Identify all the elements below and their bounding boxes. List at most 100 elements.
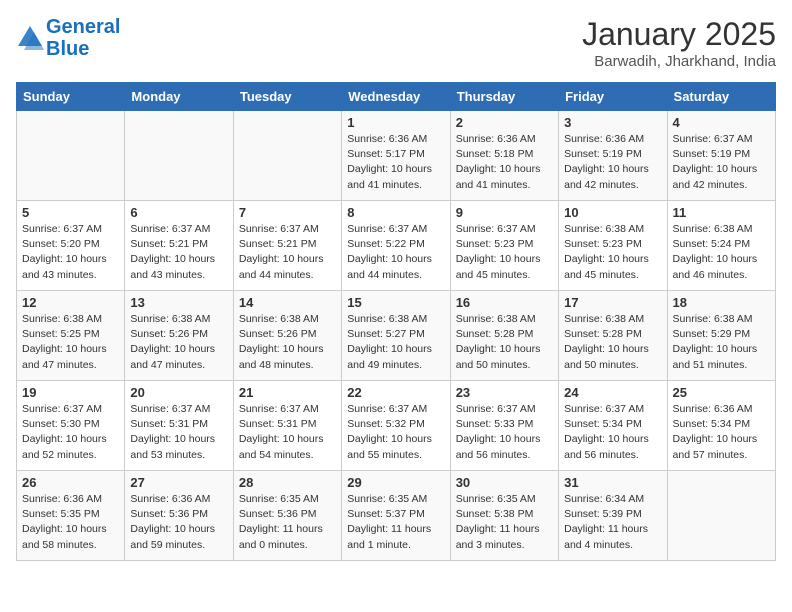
day-header-tuesday: Tuesday xyxy=(233,83,341,111)
calendar-cell: 18 Sunrise: 6:38 AM Sunset: 5:29 PM Dayli… xyxy=(667,291,775,381)
day-content: Sunrise: 6:38 AM Sunset: 5:25 PM Dayligh… xyxy=(22,312,119,373)
calendar-cell: 29Sunrise: 6:35 AM Sunset: 5:37 PM Dayli… xyxy=(342,471,450,561)
day-content: Sunrise: 6:38 AM Sunset: 5:23 PM Dayligh… xyxy=(564,222,661,283)
day-number: 2 xyxy=(456,115,553,130)
day-content: Sunrise: 6:37 AM Sunset: 5:34 PM Dayligh… xyxy=(564,402,661,463)
calendar-cell: 15Sunrise: 6:38 AM Sunset: 5:27 PM Dayli… xyxy=(342,291,450,381)
day-header-saturday: Saturday xyxy=(667,83,775,111)
calendar-cell: 19 Sunrise: 6:37 AM Sunset: 5:30 PM Dayli… xyxy=(17,381,125,471)
logo: General Blue xyxy=(16,16,120,60)
day-number: 18 xyxy=(673,295,770,310)
day-number: 27 xyxy=(130,475,227,490)
day-header-wednesday: Wednesday xyxy=(342,83,450,111)
calendar-cell: 4 Sunrise: 6:37 AM Sunset: 5:19 PM Daylig… xyxy=(667,111,775,201)
day-number: 12 xyxy=(22,295,119,310)
calendar-table: SundayMondayTuesdayWednesdayThursdayFrid… xyxy=(16,82,776,561)
day-content: Sunrise: 6:37 AM Sunset: 5:30 PM Dayligh… xyxy=(22,402,119,463)
day-number: 16 xyxy=(456,295,553,310)
day-content: Sunrise: 6:37 AM Sunset: 5:32 PM Dayligh… xyxy=(347,402,444,463)
day-header-friday: Friday xyxy=(559,83,667,111)
week-row-2: 5 Sunrise: 6:37 AM Sunset: 5:20 PM Daylig… xyxy=(17,201,776,291)
calendar-header: SundayMondayTuesdayWednesdayThursdayFrid… xyxy=(17,83,776,111)
day-content: Sunrise: 6:37 AM Sunset: 5:31 PM Dayligh… xyxy=(130,402,227,463)
day-number: 14 xyxy=(239,295,336,310)
day-number: 28 xyxy=(239,475,336,490)
day-content: Sunrise: 6:37 AM Sunset: 5:20 PM Dayligh… xyxy=(22,222,119,283)
calendar-cell: 17Sunrise: 6:38 AM Sunset: 5:28 PM Dayli… xyxy=(559,291,667,381)
calendar-cell xyxy=(17,111,125,201)
day-number: 20 xyxy=(130,385,227,400)
month-title: January 2025 xyxy=(582,16,776,53)
day-number: 13 xyxy=(130,295,227,310)
calendar-cell: 28 Sunrise: 6:35 AM Sunset: 5:36 PM Dayli… xyxy=(233,471,341,561)
day-content: Sunrise: 6:38 AM Sunset: 5:24 PM Dayligh… xyxy=(673,222,770,283)
title-block: January 2025 Barwadih, Jharkhand, India xyxy=(582,16,776,70)
day-number: 4 xyxy=(673,115,770,130)
day-number: 9 xyxy=(456,205,553,220)
calendar-cell: 31Sunrise: 6:34 AM Sunset: 5:39 PM Dayli… xyxy=(559,471,667,561)
day-number: 19 xyxy=(22,385,119,400)
day-content: Sunrise: 6:36 AM Sunset: 5:36 PM Dayligh… xyxy=(130,492,227,553)
day-content: Sunrise: 6:35 AM Sunset: 5:36 PM Dayligh… xyxy=(239,492,336,553)
day-number: 5 xyxy=(22,205,119,220)
day-number: 26 xyxy=(22,475,119,490)
calendar-cell: 8Sunrise: 6:37 AM Sunset: 5:22 PM Daylig… xyxy=(342,201,450,291)
day-content: Sunrise: 6:38 AM Sunset: 5:26 PM Dayligh… xyxy=(130,312,227,373)
day-content: Sunrise: 6:36 AM Sunset: 5:35 PM Dayligh… xyxy=(22,492,119,553)
calendar-cell: 27 Sunrise: 6:36 AM Sunset: 5:36 PM Dayli… xyxy=(125,471,233,561)
day-content: Sunrise: 6:36 AM Sunset: 5:17 PM Dayligh… xyxy=(347,132,444,193)
week-row-5: 26 Sunrise: 6:36 AM Sunset: 5:35 PM Dayli… xyxy=(17,471,776,561)
day-header-monday: Monday xyxy=(125,83,233,111)
day-content: Sunrise: 6:37 AM Sunset: 5:21 PM Dayligh… xyxy=(130,222,227,283)
calendar-body: 1 Sunrise: 6:36 AM Sunset: 5:17 PM Daylig… xyxy=(17,111,776,561)
days-header-row: SundayMondayTuesdayWednesdayThursdayFrid… xyxy=(17,83,776,111)
calendar-cell: 16 Sunrise: 6:38 AM Sunset: 5:28 PM Dayli… xyxy=(450,291,558,381)
day-content: Sunrise: 6:37 AM Sunset: 5:33 PM Dayligh… xyxy=(456,402,553,463)
calendar-cell xyxy=(667,471,775,561)
day-content: Sunrise: 6:38 AM Sunset: 5:26 PM Dayligh… xyxy=(239,312,336,373)
calendar-cell xyxy=(125,111,233,201)
logo-text: General Blue xyxy=(46,16,120,60)
calendar-cell: 21Sunrise: 6:37 AM Sunset: 5:31 PM Dayli… xyxy=(233,381,341,471)
day-number: 30 xyxy=(456,475,553,490)
day-number: 23 xyxy=(456,385,553,400)
calendar-cell: 23 Sunrise: 6:37 AM Sunset: 5:33 PM Dayli… xyxy=(450,381,558,471)
calendar-cell: 30 Sunrise: 6:35 AM Sunset: 5:38 PM Dayli… xyxy=(450,471,558,561)
day-content: Sunrise: 6:35 AM Sunset: 5:38 PM Dayligh… xyxy=(456,492,553,553)
calendar-cell: 14 Sunrise: 6:38 AM Sunset: 5:26 PM Dayli… xyxy=(233,291,341,381)
day-number: 22 xyxy=(347,385,444,400)
day-content: Sunrise: 6:38 AM Sunset: 5:28 PM Dayligh… xyxy=(456,312,553,373)
calendar-cell: 26 Sunrise: 6:36 AM Sunset: 5:35 PM Dayli… xyxy=(17,471,125,561)
day-header-thursday: Thursday xyxy=(450,83,558,111)
week-row-1: 1 Sunrise: 6:36 AM Sunset: 5:17 PM Daylig… xyxy=(17,111,776,201)
calendar-cell: 22 Sunrise: 6:37 AM Sunset: 5:32 PM Dayli… xyxy=(342,381,450,471)
day-content: Sunrise: 6:36 AM Sunset: 5:18 PM Dayligh… xyxy=(456,132,553,193)
day-content: Sunrise: 6:38 AM Sunset: 5:29 PM Dayligh… xyxy=(673,312,770,373)
day-content: Sunrise: 6:36 AM Sunset: 5:34 PM Dayligh… xyxy=(673,402,770,463)
day-content: Sunrise: 6:37 AM Sunset: 5:21 PM Dayligh… xyxy=(239,222,336,283)
week-row-4: 19 Sunrise: 6:37 AM Sunset: 5:30 PM Dayli… xyxy=(17,381,776,471)
day-number: 29 xyxy=(347,475,444,490)
day-content: Sunrise: 6:37 AM Sunset: 5:31 PM Dayligh… xyxy=(239,402,336,463)
week-row-3: 12 Sunrise: 6:38 AM Sunset: 5:25 PM Dayli… xyxy=(17,291,776,381)
page-header: General Blue January 2025 Barwadih, Jhar… xyxy=(16,16,776,70)
calendar-cell: 20 Sunrise: 6:37 AM Sunset: 5:31 PM Dayli… xyxy=(125,381,233,471)
calendar-cell: 24 Sunrise: 6:37 AM Sunset: 5:34 PM Dayli… xyxy=(559,381,667,471)
calendar-cell: 7Sunrise: 6:37 AM Sunset: 5:21 PM Daylig… xyxy=(233,201,341,291)
calendar-cell: 25Sunrise: 6:36 AM Sunset: 5:34 PM Dayli… xyxy=(667,381,775,471)
day-content: Sunrise: 6:37 AM Sunset: 5:22 PM Dayligh… xyxy=(347,222,444,283)
day-content: Sunrise: 6:38 AM Sunset: 5:28 PM Dayligh… xyxy=(564,312,661,373)
calendar-cell: 5 Sunrise: 6:37 AM Sunset: 5:20 PM Daylig… xyxy=(17,201,125,291)
day-number: 1 xyxy=(347,115,444,130)
logo-line1: General xyxy=(46,16,120,38)
day-number: 3 xyxy=(564,115,661,130)
day-number: 24 xyxy=(564,385,661,400)
day-number: 6 xyxy=(130,205,227,220)
calendar-cell: 2 Sunrise: 6:36 AM Sunset: 5:18 PM Daylig… xyxy=(450,111,558,201)
logo-icon xyxy=(16,24,44,52)
day-content: Sunrise: 6:37 AM Sunset: 5:19 PM Dayligh… xyxy=(673,132,770,193)
logo-line2: Blue xyxy=(46,38,89,60)
calendar-cell: 11Sunrise: 6:38 AM Sunset: 5:24 PM Dayli… xyxy=(667,201,775,291)
calendar-cell xyxy=(233,111,341,201)
day-number: 31 xyxy=(564,475,661,490)
